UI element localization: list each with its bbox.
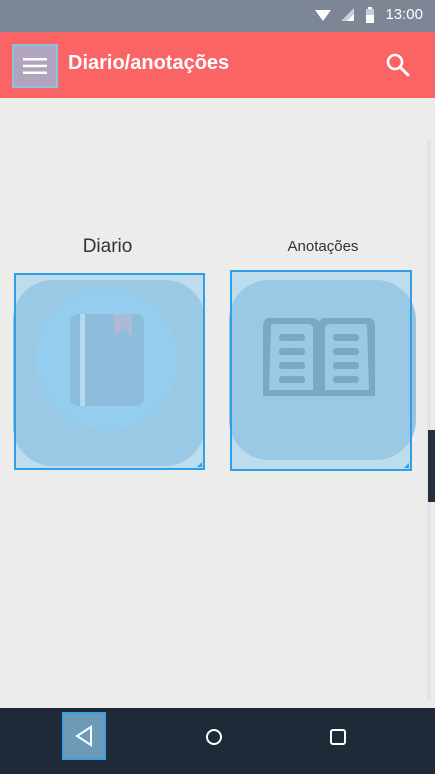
diario-label: Diario [82,236,133,257]
diario-button[interactable] [14,273,205,470]
scrollbar[interactable] [428,430,435,502]
app-bar: Diario/anotações [0,32,435,98]
screen: 13:00 Diario/anotações Diario Anotações [0,0,435,774]
recents-icon[interactable] [329,728,347,746]
hamburger-menu-icon [23,58,47,74]
status-time: 13:00 [385,6,423,23]
search-icon[interactable] [385,52,411,78]
status-bar: 13:00 [0,0,435,32]
resize-handle [197,462,202,467]
page-title: Diario/anotações [68,52,230,74]
signal-icon [341,7,355,21]
scrollbar-track [427,140,431,700]
anotacoes-label: Anotações [287,238,359,255]
status-icons: 13:00 [315,6,423,23]
home-icon[interactable] [205,728,223,746]
back-icon [75,725,92,747]
battery-icon [366,6,375,23]
menu-button[interactable] [12,44,58,88]
anotacoes-button[interactable] [230,270,412,471]
back-button[interactable] [62,712,106,760]
resize-handle [404,463,409,468]
wifi-icon [315,9,332,21]
